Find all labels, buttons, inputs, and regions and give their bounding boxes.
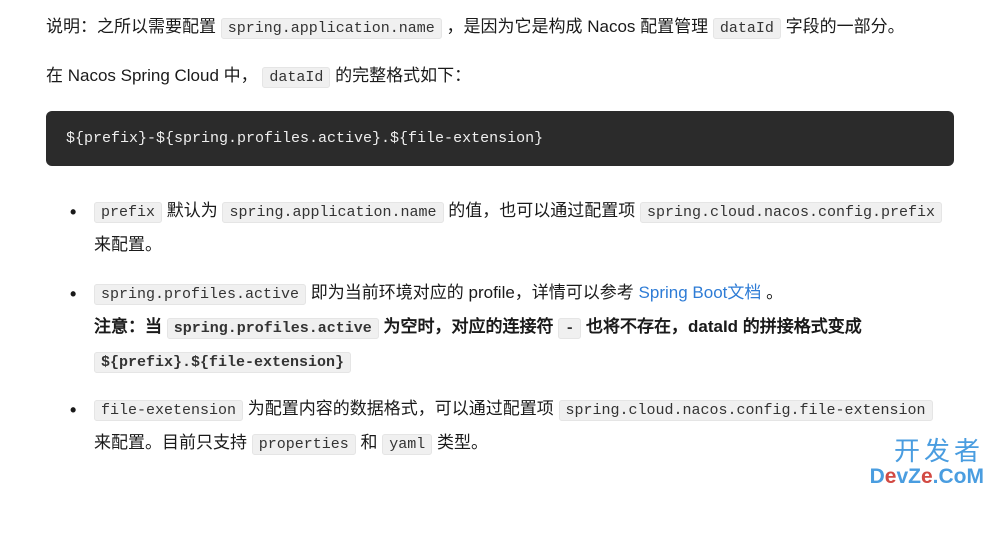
inline-code: yaml (382, 434, 432, 455)
inline-code: spring.application.name (222, 202, 443, 223)
inline-code: prefix (94, 202, 162, 223)
inline-code: ${prefix}.${file-extension} (94, 352, 351, 373)
text: 也将不存在，dataId 的拼接格式变成 (586, 317, 862, 336)
description-list: prefix 默认为 spring.application.name 的值，也可… (46, 194, 954, 460)
inline-code: dataId (262, 67, 330, 88)
text: 默认为 (167, 201, 223, 220)
inline-code: properties (252, 434, 356, 455)
link-spring-boot-docs[interactable]: Spring Boot文档 (639, 283, 762, 302)
text: D (870, 465, 885, 488)
text: 的完整格式如下： (335, 66, 471, 85)
text: 来配置。 (94, 235, 162, 254)
list-item-file-extension: file-exetension 为配置内容的数据格式，可以通过配置项 sprin… (66, 392, 954, 460)
text: 为配置内容的数据格式，可以通过配置项 (248, 399, 559, 418)
inline-code: dataId (713, 18, 781, 39)
text: 为空时，对应的连接符 (384, 317, 559, 336)
text: 字段的一部分。 (786, 17, 905, 36)
text: e (885, 465, 897, 488)
text: 即为当前环境对应的 profile，详情可以参考 (311, 283, 639, 302)
bold-note: 注意：当 spring.profiles.active 为空时，对应的连接符 -… (94, 317, 862, 370)
text: 来配置。目前只支持 (94, 433, 252, 452)
inline-code: spring.cloud.nacos.config.prefix (640, 202, 942, 223)
code-block-dataid-format: ${prefix}-${spring.profiles.active}.${fi… (46, 111, 954, 166)
inline-code: spring.cloud.nacos.config.file-extension (559, 400, 933, 421)
paragraph-format: 在 Nacos Spring Cloud 中， dataId 的完整格式如下： (46, 61, 954, 92)
inline-code: spring.application.name (221, 18, 442, 39)
paragraph-explain: 说明：之所以需要配置 spring.application.name ，是因为它… (46, 12, 954, 43)
text: 和 (360, 433, 382, 452)
text: .CoM (933, 465, 984, 488)
watermark-en: DevZe.CoM (870, 465, 984, 488)
inline-code: spring.profiles.active (167, 318, 379, 339)
text: e (921, 465, 933, 488)
text: vZ (896, 465, 921, 488)
text: 类型。 (437, 433, 488, 452)
code-text: ${prefix}-${spring.profiles.active}.${fi… (66, 130, 543, 147)
text: 说明：之所以需要配置 (46, 17, 221, 36)
inline-code: spring.profiles.active (94, 284, 306, 305)
inline-code: file-exetension (94, 400, 243, 421)
text: 在 Nacos Spring Cloud 中， (46, 66, 258, 85)
list-item-prefix: prefix 默认为 spring.application.name 的值，也可… (66, 194, 954, 262)
text: 。 (766, 283, 783, 302)
inline-code: - (558, 318, 581, 339)
text: 注意：当 (94, 317, 167, 336)
text: 的值，也可以通过配置项 (448, 201, 640, 220)
list-item-profiles-active: spring.profiles.active 即为当前环境对应的 profile… (66, 276, 954, 378)
text: ，是因为它是构成 Nacos 配置管理 (447, 17, 713, 36)
